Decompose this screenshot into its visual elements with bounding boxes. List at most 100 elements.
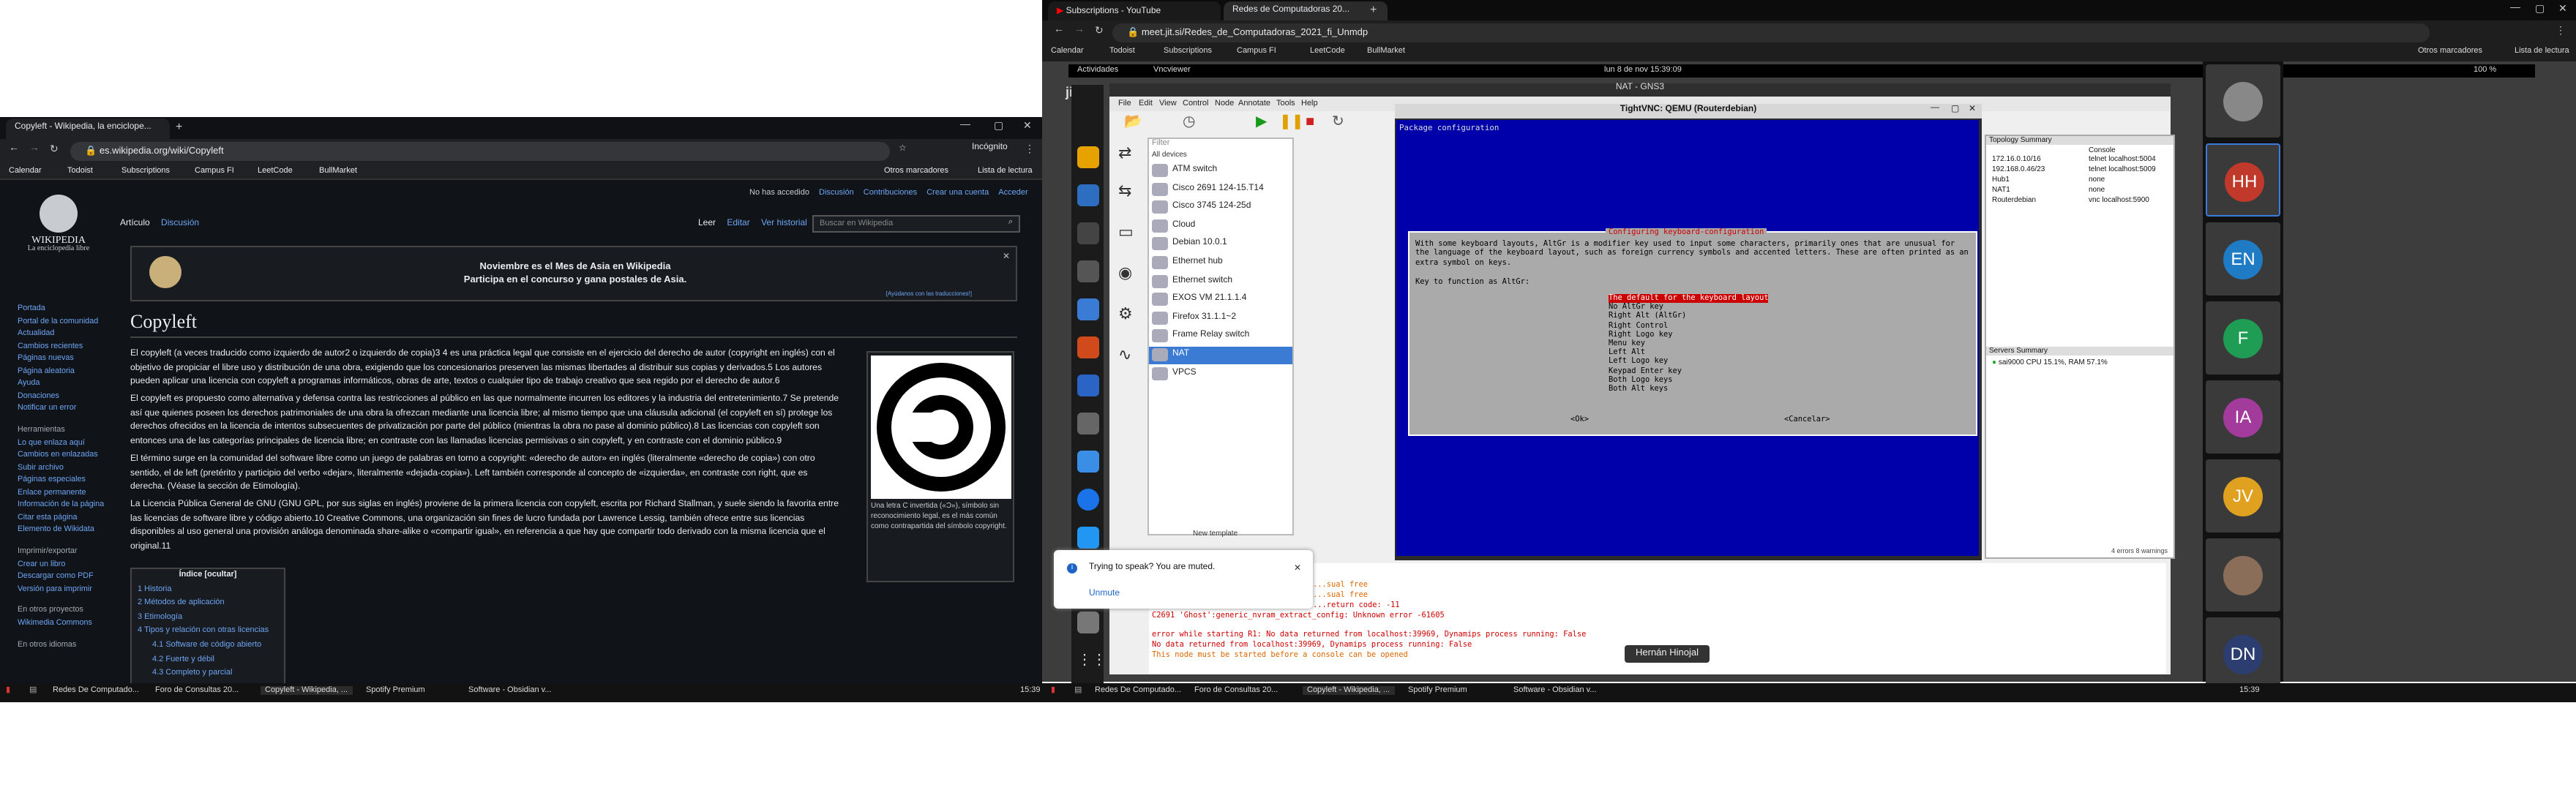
clock[interactable]: lun 8 de nov 15:39:09 [1604,66,1682,75]
topology-row[interactable]: Routerdebian vnc localhost:5900 [1986,196,2174,206]
device-item[interactable]: Ethernet switch [1149,273,1292,290]
minimize-icon[interactable]: — [960,120,970,130]
dock-app-icon[interactable] [1077,184,1099,206]
close-icon[interactable]: ✕ [2558,3,2567,15]
dock-app-icon[interactable] [1077,413,1099,434]
tab-edit[interactable]: Editar [727,219,749,228]
link-icon[interactable]: ∿ [1118,345,1131,364]
dock-app-icon[interactable] [1077,298,1099,320]
toc-item[interactable]: 4.3 Completo y parcial [132,667,284,681]
altgr-option[interactable]: Right Control [1609,321,1668,331]
reload-icon[interactable]: ↻ [1332,114,1344,130]
tab-youtube[interactable]: ▶ Subscriptions - YouTube [1048,1,1221,22]
device-item[interactable]: Cloud [1149,218,1292,236]
bookmark-leetcode[interactable]: LeetCode [258,167,293,176]
toc-item[interactable]: 1 Historia [132,583,284,597]
menu-file[interactable]: File [1118,99,1131,108]
menu-icon[interactable]: ⋮ [1025,143,1035,155]
sidebar-link[interactable]: Página aleatoria [18,365,111,377]
sidebar-link[interactable]: Descargar como PDF [18,571,111,583]
wikipedia-logo[interactable]: WIKIPEDIA La enciclopedia libre [20,195,97,259]
router-icon[interactable]: ⇄ [1118,143,1131,162]
bookmark-campus[interactable]: Campus FI [1237,47,1276,56]
sidebar-link[interactable]: Elemento de Wikidata [18,524,111,536]
unmute-button[interactable]: Unmute [1089,590,1120,598]
altgr-option[interactable]: Keypad Enter key [1609,366,1682,376]
menu-tools[interactable]: Tools [1276,99,1295,108]
app-grid-icon[interactable]: ⋮⋮ [1077,652,1107,674]
talk-link[interactable]: Discusión [819,189,854,198]
close-icon[interactable]: ✕ [1023,120,1032,132]
participant-tile[interactable]: JV [2206,459,2280,533]
altgr-option[interactable]: Both Logo keys [1609,376,1672,385]
dock-app-icon[interactable] [1077,260,1099,282]
security-icon[interactable]: ◉ [1118,263,1132,282]
new-tab-icon[interactable]: + [176,120,182,133]
app-menu[interactable]: Vncviewer [1153,66,1191,75]
taskbar-clock[interactable]: 15:39 [2239,686,2260,695]
device-item[interactable]: NAT [1149,347,1292,364]
sidebar-link[interactable]: Crear un libro [18,558,111,571]
toc-item[interactable]: 3 Etimología [132,612,284,625]
tab-talk[interactable]: Discusión [161,219,199,228]
reading-list[interactable]: Lista de lectura [978,167,1033,176]
toc-title[interactable]: Índice [ocultar] [132,569,284,583]
explorer-icon[interactable]: ▤ [1074,686,1082,695]
tab-read[interactable]: Leer [698,219,716,228]
battery-level[interactable]: 100 % [2474,66,2496,75]
sidebar-link[interactable]: Ayuda [18,377,111,390]
sidebar-link[interactable]: Notificar un error [18,402,111,415]
device-item[interactable]: EXOS VM 21.1.1.4 [1149,291,1292,309]
altgr-option[interactable]: Menu key [1609,339,1645,349]
contributions-link[interactable]: Contribuciones [864,189,917,198]
taskbar-item[interactable]: Software - Obsidian v... [468,686,552,695]
device-filter-select[interactable]: All devices [1149,151,1292,161]
server-row[interactable]: ● sai9000 CPU 15.1%, RAM 57.1% [1992,358,2108,367]
tab-history[interactable]: Ver historial [761,219,807,228]
bookmark-bullmarket[interactable]: BullMarket [1367,47,1405,56]
start-icon[interactable]: ▮ [1051,686,1055,695]
participant-tile[interactable]: F [2206,301,2280,375]
taskbar-item[interactable]: Redes De Computado... [53,686,139,695]
url-input[interactable]: 🔒 es.wikipedia.org/wiki/Copyleft [70,142,890,161]
dock-app-icon[interactable] [1077,375,1099,396]
maximize-icon[interactable]: ▢ [994,120,1003,132]
incognito-label[interactable]: Incógnito [972,143,1008,152]
sidebar-link[interactable]: Lo que enlaza aquí [18,437,111,449]
sidebar-link[interactable]: Portada [18,303,111,315]
sidebar-link[interactable]: Versión para imprimir [18,583,111,595]
banner-help-link[interactable]: [Ayúdanos con las traducciones!] [886,290,972,297]
dock-app-icon[interactable] [1077,336,1099,358]
taskbar-item[interactable]: Foro de Consultas 20... [1194,686,1278,695]
dock-app-icon[interactable] [1077,527,1099,549]
device-item[interactable]: Frame Relay switch [1149,328,1292,346]
switch-icon[interactable]: ⇆ [1118,181,1131,200]
device-item[interactable]: Ethernet hub [1149,255,1292,272]
all-devices-icon[interactable]: ⚙ [1118,304,1133,323]
sidebar-link[interactable]: Wikimedia Commons [18,617,111,630]
dock-app-icon[interactable] [1077,146,1099,168]
dock-app-icon[interactable] [1077,489,1099,511]
minimize-icon[interactable]: — [2510,3,2520,13]
altgr-option[interactable]: Both Alt keys [1609,385,1668,394]
taskbar-item[interactable]: Copyleft - Wikipedia, ... [261,686,353,695]
stop-icon[interactable]: ■ [1306,114,1314,130]
toc-item[interactable]: 4.1 Software de código abierto [132,639,284,653]
sidebar-link[interactable]: Páginas especiales [18,474,111,486]
cancel-button[interactable]: <Cancelar> [1784,415,1830,425]
new-template-button[interactable]: New template [1193,530,1238,538]
reload-icon[interactable]: ↻ [1095,25,1104,37]
reload-icon[interactable]: ↻ [50,143,59,155]
participant-tile[interactable] [2206,538,2280,612]
altgr-option[interactable]: Right Logo key [1609,331,1672,340]
bookmark-campus[interactable]: Campus FI [195,167,234,176]
menu-annotate[interactable]: Annotate [1238,99,1270,108]
taskbar-item[interactable]: Redes De Computado... [1095,686,1181,695]
search-input[interactable]: Buscar en Wikipedia ⌕ [812,215,1020,233]
toc-item[interactable]: 4.2 Fuerte y débil [132,653,284,667]
altgr-option[interactable]: Right Alt (AltGr) [1609,312,1686,322]
bookmark-todoist[interactable]: Todoist [67,167,93,176]
altgr-option[interactable]: Left Alt [1609,348,1645,358]
reading-list[interactable]: Lista de lectura [2515,47,2569,56]
menu-control[interactable]: Control [1183,99,1208,108]
